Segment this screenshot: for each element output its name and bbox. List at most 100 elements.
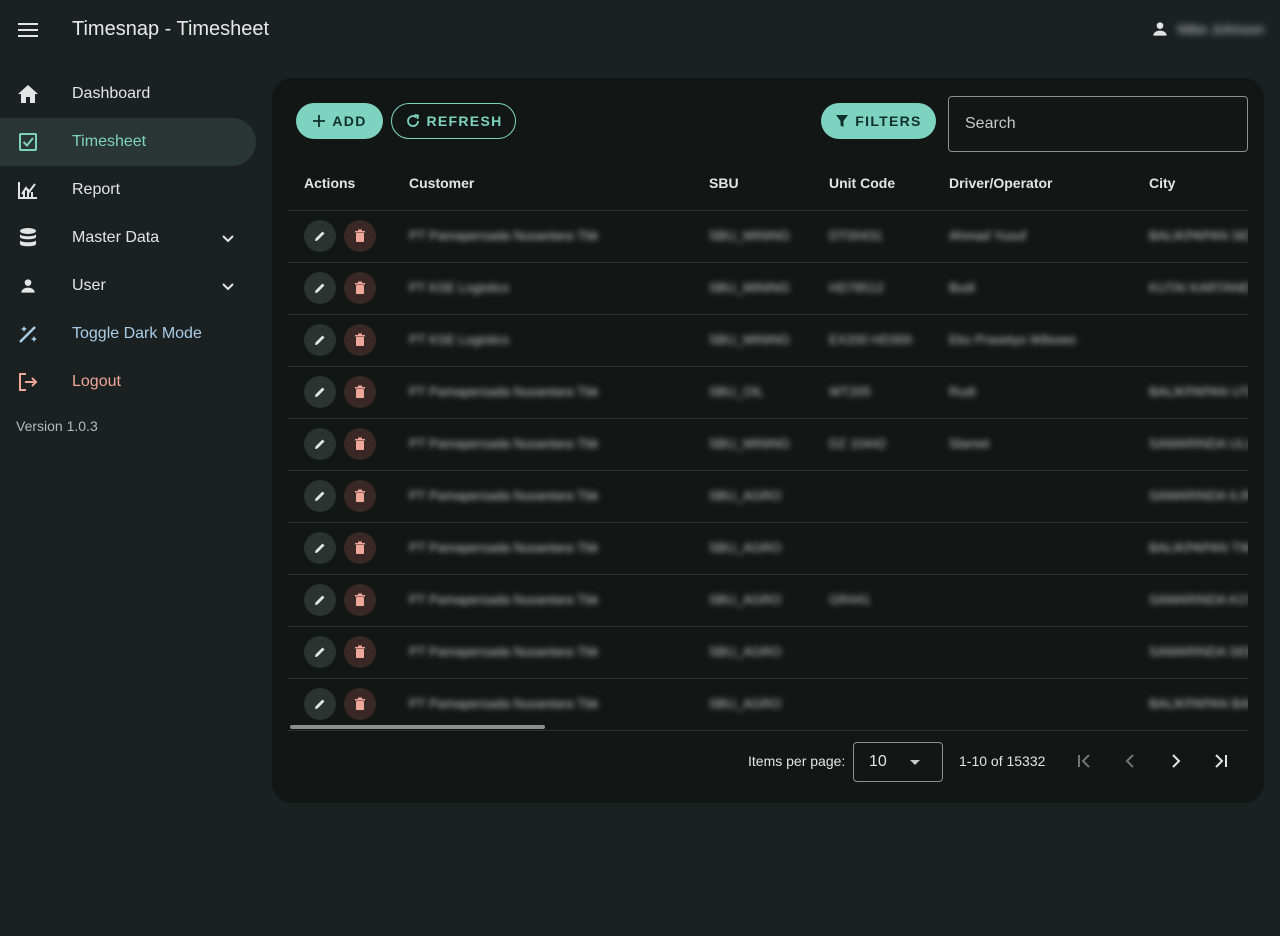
delete-button[interactable] [344, 324, 376, 356]
delete-button[interactable] [344, 636, 376, 668]
edit-button[interactable] [304, 688, 336, 720]
actions-cell [288, 210, 393, 263]
table-header-row: Actions Customer SBU Unit Code Driver/Op… [288, 156, 1248, 211]
column-header-customer[interactable]: Customer [393, 156, 693, 211]
edit-button[interactable] [304, 324, 336, 356]
delete-button[interactable] [344, 428, 376, 460]
sbu-cell: SBU_AGRO [693, 678, 813, 731]
filters-button-label: FILTERS [855, 113, 922, 129]
first-page-button[interactable] [1068, 745, 1100, 777]
delete-button[interactable] [344, 688, 376, 720]
city-cell: KUTAI KARTANEGARA [1133, 262, 1248, 315]
search-input[interactable] [948, 96, 1248, 152]
delete-button[interactable] [344, 376, 376, 408]
dropdown-arrow-icon [910, 760, 920, 765]
customer-cell: PT KSE Logistics [393, 314, 693, 367]
timesheet-table-container[interactable]: Actions Customer SBU Unit Code Driver/Op… [288, 156, 1248, 731]
database-icon [16, 226, 40, 250]
table-body: PT Pamapersada Nusantara Tbk SBU_MINING DT… [288, 210, 1248, 731]
pencil-icon [315, 491, 325, 501]
sidebar-item-report[interactable]: Report [0, 166, 264, 214]
horizontal-scrollbar[interactable] [290, 725, 545, 729]
driver-cell: Eko Prasetyo Wibowo [933, 314, 1133, 367]
edit-button[interactable] [304, 636, 336, 668]
city-cell: SAMARINDA SEBERANG [1133, 626, 1248, 679]
add-button[interactable]: ADD [296, 103, 383, 139]
city-cell: BALIKPAPAN BARAT [1133, 678, 1248, 731]
sidebar-item-timesheet[interactable]: Timesheet [0, 118, 256, 166]
trash-icon [355, 333, 365, 346]
sbu-cell: SBU_AGRO [693, 522, 813, 575]
customer-cell: PT Pamapersada Nusantara Tbk [393, 626, 693, 679]
sidebar-item-user[interactable]: User [0, 262, 264, 310]
table-row[interactable]: PT Pamapersada Nusantara Tbk SBU_MINING DT… [288, 210, 1248, 263]
delete-button[interactable] [344, 480, 376, 512]
timesheet-card: ADD REFRESH FILTERS Actions Customer SBU… [272, 78, 1264, 803]
table-row[interactable]: PT KSE Logistics SBU_MINING EX200 HD300 Eko… [288, 314, 1248, 367]
items-per-page-value: 10 [869, 753, 887, 770]
delete-button[interactable] [344, 220, 376, 252]
edit-button[interactable] [304, 272, 336, 304]
unit-code-cell: DT00431 [813, 210, 933, 263]
edit-button[interactable] [304, 584, 336, 616]
delete-button[interactable] [344, 584, 376, 616]
trash-icon [355, 281, 365, 294]
last-page-button[interactable] [1205, 745, 1237, 777]
delete-button[interactable] [344, 272, 376, 304]
city-cell: BALIKPAPAN UTARA [1133, 366, 1248, 419]
edit-button[interactable] [304, 428, 336, 460]
menu-icon[interactable] [14, 16, 42, 44]
edit-button[interactable] [304, 220, 336, 252]
edit-button[interactable] [304, 376, 336, 408]
table-row[interactable]: PT Pamapersada Nusantara Tbk SBU_AGRO BALI… [288, 678, 1248, 731]
trash-icon [355, 593, 365, 606]
pencil-icon [315, 335, 325, 345]
table-row[interactable]: PT Pamapersada Nusantara Tbk SBU_AGRO SAMA… [288, 626, 1248, 679]
column-header-unit-code[interactable]: Unit Code [813, 156, 933, 211]
actions-cell [288, 470, 393, 523]
items-per-page-label: Items per page: [748, 753, 846, 769]
sbu-cell: SBU_MINING [693, 262, 813, 315]
pencil-icon [315, 595, 325, 605]
app-title: Timesnap - Timesheet [72, 18, 270, 40]
table-row[interactable]: PT Pamapersada Nusantara Tbk SBU_OIL WT205… [288, 366, 1248, 419]
first-page-icon [1078, 754, 1090, 768]
table-row[interactable]: PT Pamapersada Nusantara Tbk SBU_AGRO BALI… [288, 522, 1248, 575]
filters-button[interactable]: FILTERS [821, 103, 936, 139]
sidebar-item-dashboard[interactable]: Dashboard [0, 70, 264, 118]
pencil-icon [315, 439, 325, 449]
table-row[interactable]: PT Pamapersada Nusantara Tbk SBU_AGRO GR44… [288, 574, 1248, 627]
magic-wand-icon [16, 322, 40, 346]
city-cell: BALIKPAPAN SELATAN [1133, 210, 1248, 263]
sidebar-item-toggle-dark-mode[interactable]: Toggle Dark Mode [0, 310, 264, 358]
user-menu[interactable]: Mike Johnson [1150, 19, 1264, 39]
items-per-page-select[interactable]: 10 [853, 742, 943, 782]
column-header-city[interactable]: City [1133, 156, 1248, 211]
unit-code-cell [813, 678, 933, 731]
table-row[interactable]: PT Pamapersada Nusantara Tbk SBU_MINING DZ… [288, 418, 1248, 471]
edit-button[interactable] [304, 480, 336, 512]
sbu-cell: SBU_AGRO [693, 470, 813, 523]
column-header-driver-operator[interactable]: Driver/Operator [933, 156, 1133, 211]
sidebar-item-label: Timesheet [72, 133, 147, 150]
city-cell: SAMARINDA ULU [1133, 418, 1248, 471]
actions-cell [288, 262, 393, 315]
driver-cell [933, 626, 1133, 679]
trash-icon [355, 697, 365, 710]
column-header-actions[interactable]: Actions [288, 156, 393, 211]
sidebar-item-logout[interactable]: Logout [0, 358, 264, 406]
plus-icon [313, 115, 326, 127]
table-row[interactable]: PT Pamapersada Nusantara Tbk SBU_AGRO SAMA… [288, 470, 1248, 523]
table-row[interactable]: PT KSE Logistics SBU_MINING HD78512 Budi KUT… [288, 262, 1248, 315]
refresh-button[interactable]: REFRESH [391, 103, 516, 139]
customer-cell: PT Pamapersada Nusantara Tbk [393, 366, 693, 419]
previous-page-button[interactable] [1114, 745, 1146, 777]
column-header-sbu[interactable]: SBU [693, 156, 813, 211]
pencil-icon [315, 231, 325, 241]
sidebar-item-master-data[interactable]: Master Data [0, 214, 264, 262]
edit-button[interactable] [304, 532, 336, 564]
trash-icon [355, 229, 365, 242]
delete-button[interactable] [344, 532, 376, 564]
next-page-button[interactable] [1160, 745, 1192, 777]
unit-code-cell [813, 626, 933, 679]
